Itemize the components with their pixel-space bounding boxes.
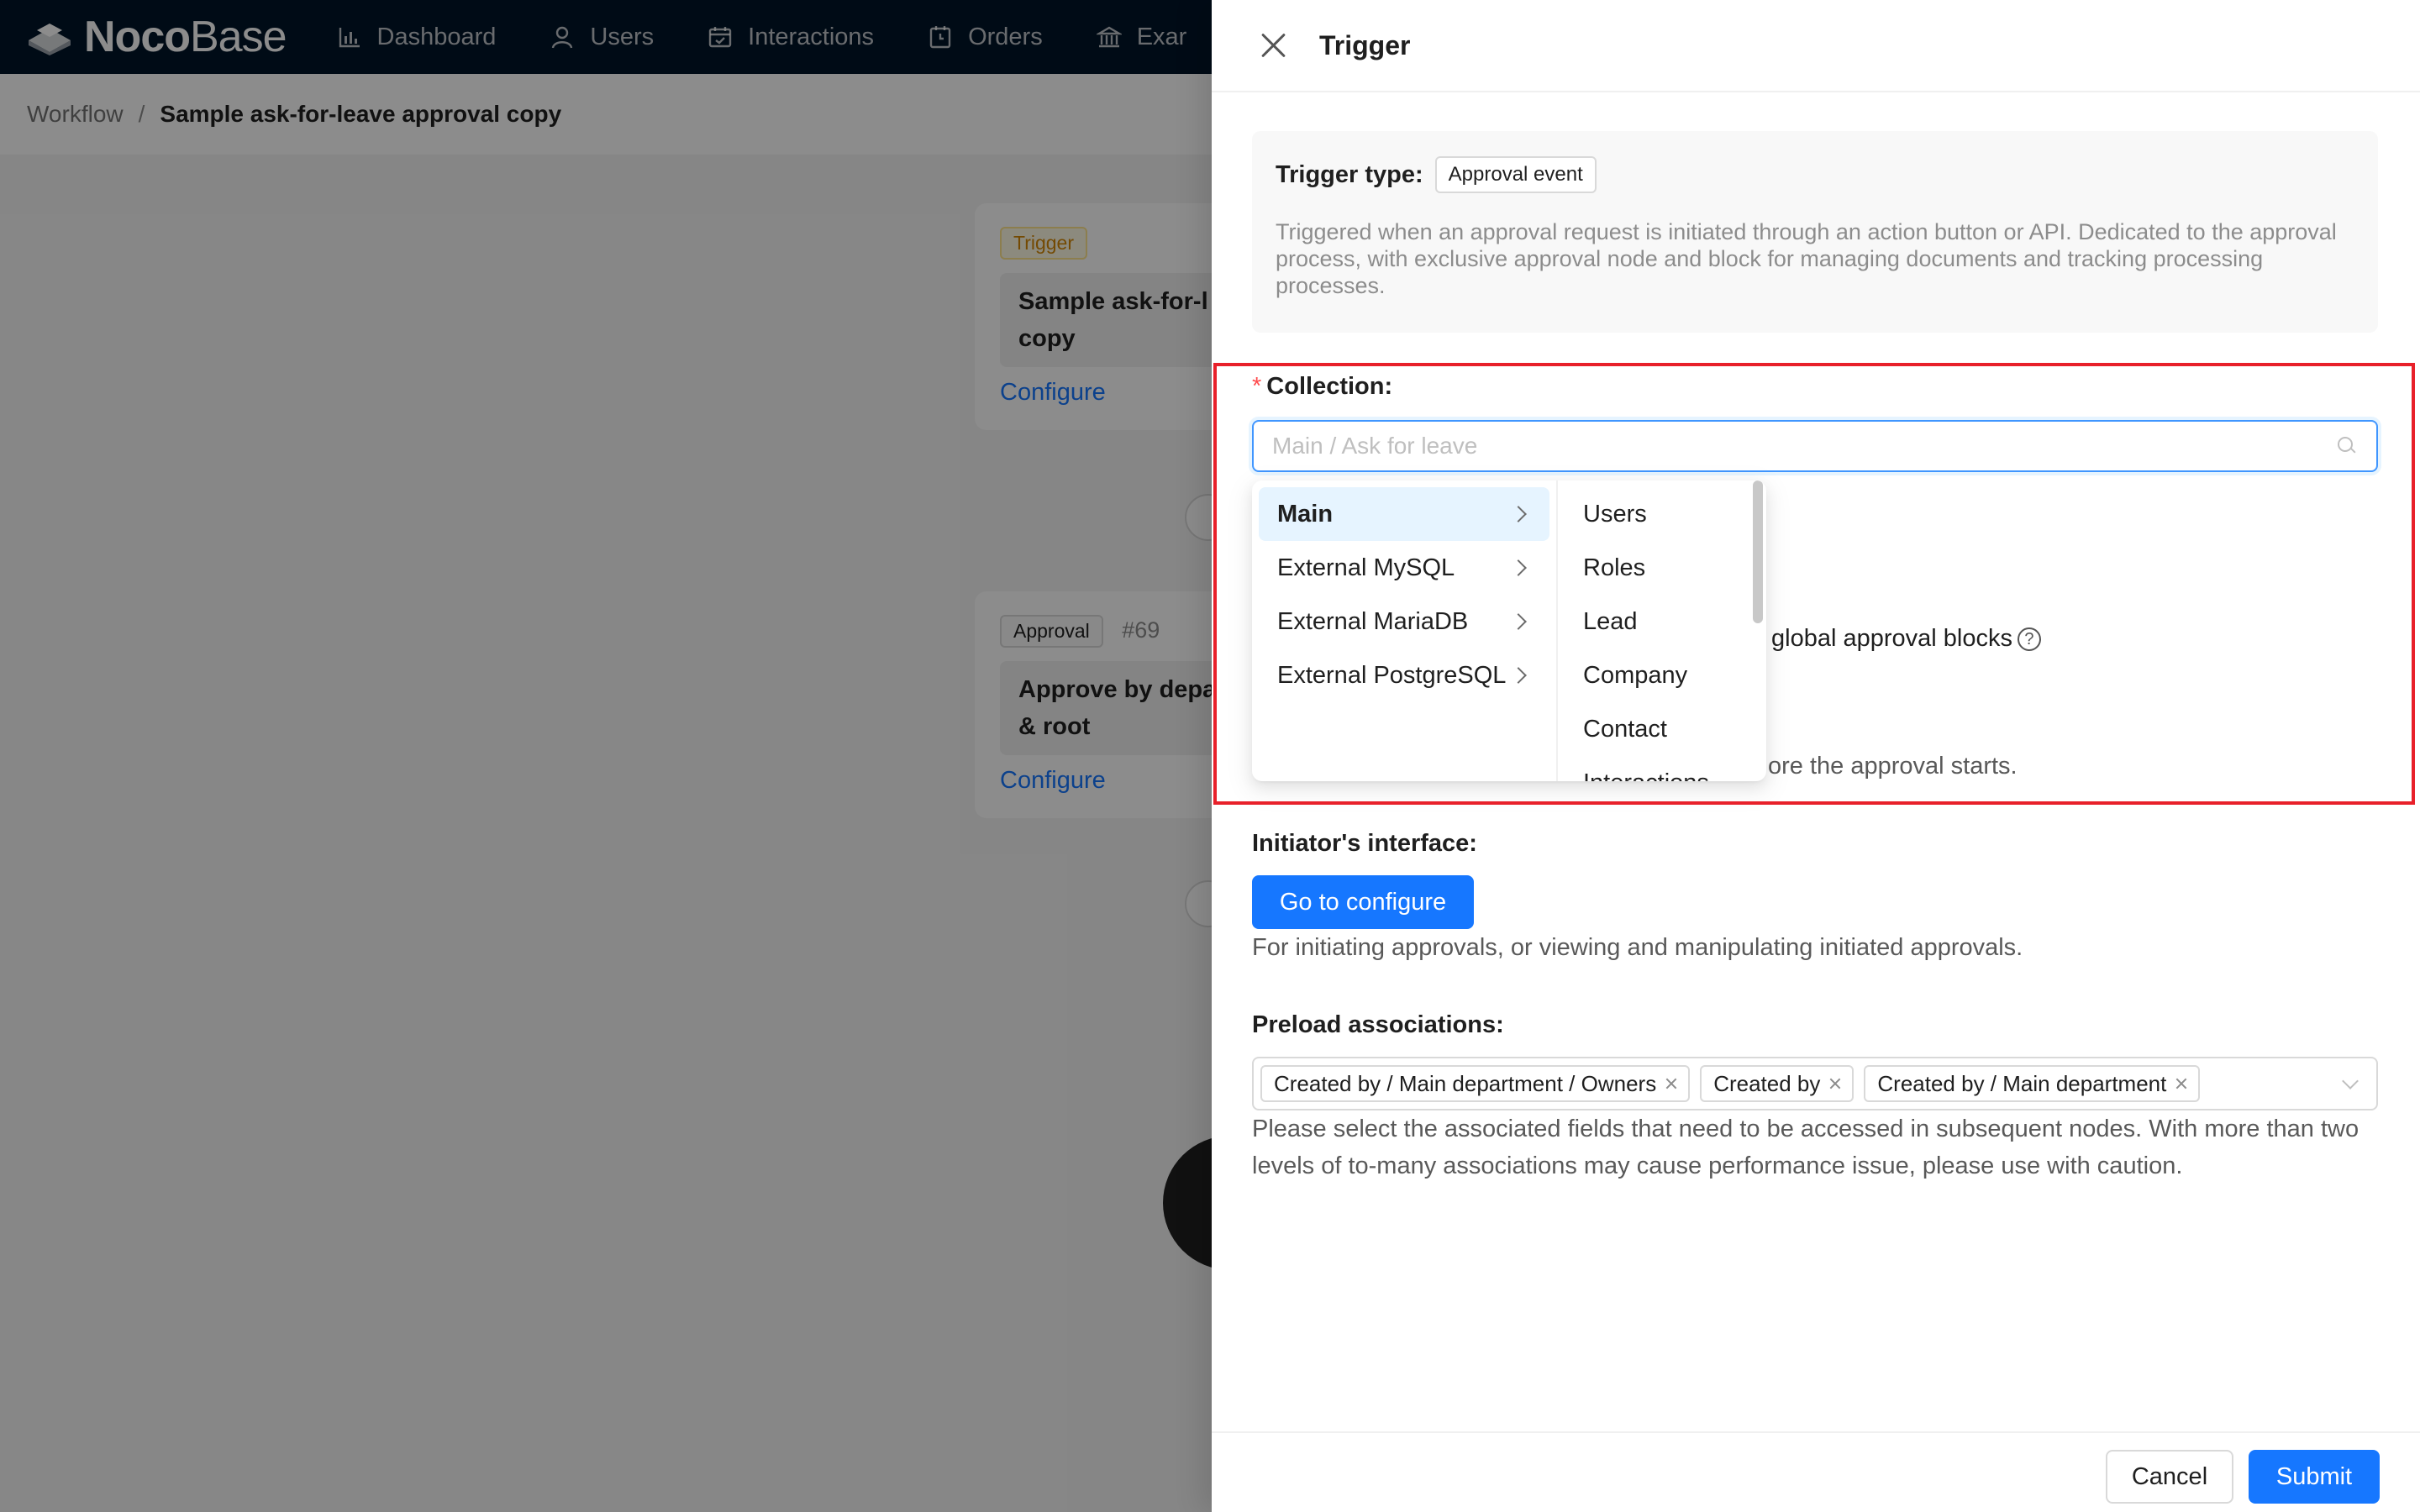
cancel-button[interactable]: Cancel xyxy=(2106,1450,2233,1504)
preload-associations-label: Preload associations: xyxy=(1252,1011,1504,1038)
drawer-header: Trigger xyxy=(1212,0,2420,92)
association-chip: Created by / Main department xyxy=(1864,1065,2201,1102)
drawer-footer: Cancel Submit xyxy=(1212,1431,2420,1512)
preload-associations-select[interactable]: Created by / Main department / Owners Cr… xyxy=(1252,1057,2378,1110)
association-chip: Created by / Main department / Owners xyxy=(1260,1065,1691,1102)
close-icon[interactable] xyxy=(2175,1077,2188,1090)
chevron-down-icon[interactable] xyxy=(2342,1073,2359,1089)
trigger-description: Triggered when an approval request is in… xyxy=(1276,219,2337,298)
close-icon[interactable] xyxy=(1260,33,1286,58)
preload-help-text: Please select the associated fields that… xyxy=(1252,1116,2360,1179)
highlight-annotation xyxy=(1213,363,2415,805)
association-chip: Created by xyxy=(1700,1065,1854,1102)
close-icon[interactable] xyxy=(1828,1077,1842,1090)
close-icon[interactable] xyxy=(1665,1077,1678,1090)
drawer-mask[interactable] xyxy=(0,0,1212,1512)
go-to-configure-button[interactable]: Go to configure xyxy=(1252,875,1474,929)
initiator-help-text: For initiating approvals, or viewing and… xyxy=(1252,934,2023,961)
drawer-title: Trigger xyxy=(1319,29,1411,60)
initiator-interface-label: Initiator's interface: xyxy=(1252,830,1477,857)
trigger-info-box: Trigger type: Approval event Triggered w… xyxy=(1252,131,2378,333)
trigger-type-tag: Approval event xyxy=(1434,156,1597,193)
submit-button[interactable]: Submit xyxy=(2249,1450,2380,1504)
trigger-type-label: Trigger type: xyxy=(1276,160,1423,188)
